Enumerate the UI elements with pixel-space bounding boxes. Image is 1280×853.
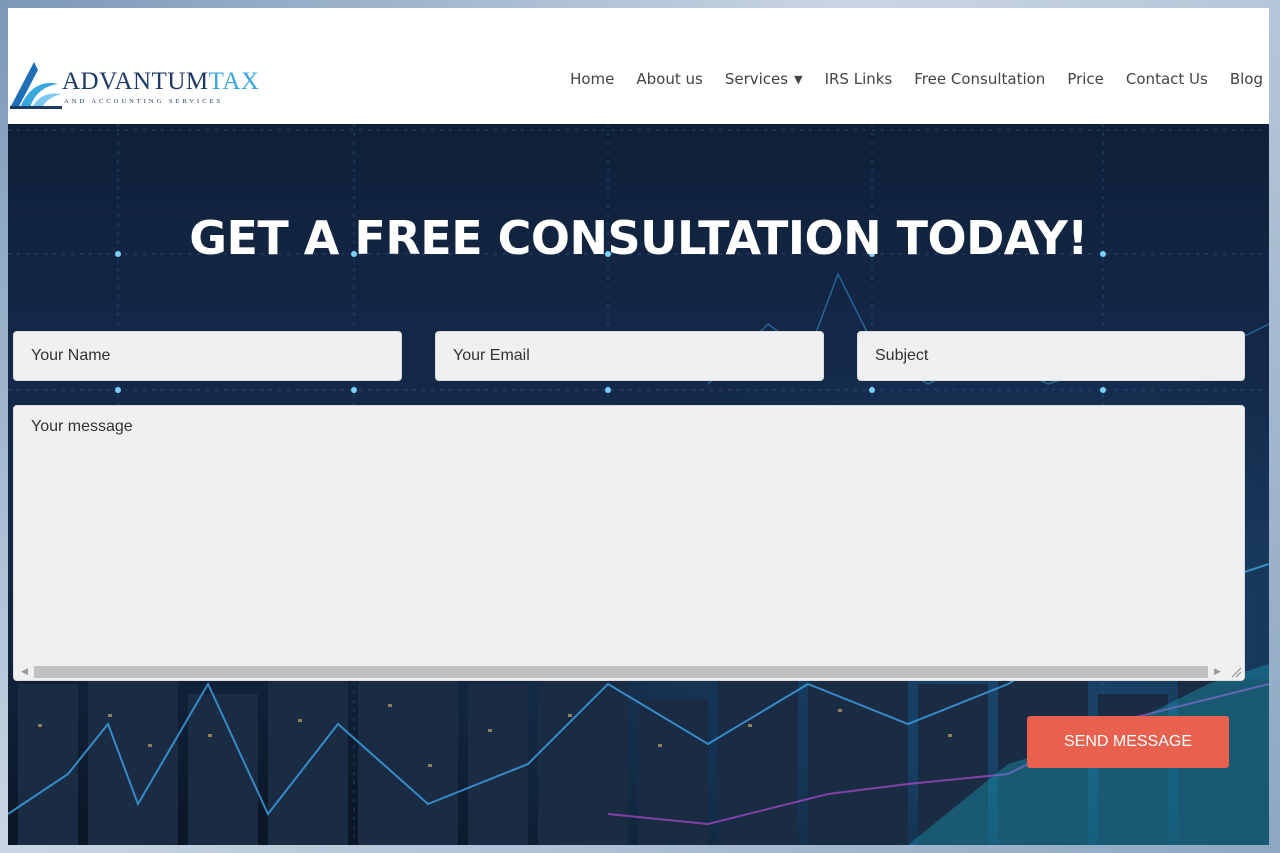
caret-down-icon: ▼ xyxy=(794,72,803,86)
send-message-button[interactable]: SEND MESSAGE xyxy=(1027,716,1229,768)
nav-contact-us[interactable]: Contact Us xyxy=(1126,70,1208,88)
name-input[interactable]: Your Name xyxy=(13,331,402,381)
scroll-right-icon[interactable]: ▶ xyxy=(1214,664,1221,678)
nav-about-us-label: About us xyxy=(636,70,703,88)
email-input[interactable]: Your Email xyxy=(435,331,824,381)
logo-mark-icon xyxy=(10,62,62,109)
name-input-placeholder: Your Name xyxy=(31,347,111,364)
hero-section: GET A FREE CONSULTATION TODAY! Your Name… xyxy=(8,124,1269,845)
nav-free-consultation-label: Free Consultation xyxy=(914,70,1046,88)
main-nav: Home About us Services ▼ IRS Links Free C… xyxy=(548,70,1263,88)
nav-irs-links[interactable]: IRS Links xyxy=(825,70,893,88)
scroll-left-icon[interactable]: ◀ xyxy=(21,664,28,678)
scrollbar-thumb[interactable] xyxy=(34,666,1208,678)
logo-name-part1: ADVANTUM xyxy=(62,68,209,95)
message-textarea[interactable]: Your message ◀ ▶ xyxy=(13,405,1245,681)
nav-services[interactable]: Services ▼ xyxy=(725,70,803,88)
page-headline: GET A FREE CONSULTATION TODAY! xyxy=(189,210,1088,265)
site-header: ADVANTUMTAX AND ACCOUNTING SERVICES Home… xyxy=(8,8,1269,124)
nav-price[interactable]: Price xyxy=(1067,70,1104,88)
nav-contact-us-label: Contact Us xyxy=(1125,70,1208,88)
logo-tagline: AND ACCOUNTING SERVICES xyxy=(64,98,224,105)
nav-free-consultation[interactable]: Free Consultation xyxy=(914,70,1045,88)
nav-blog-label: Blog xyxy=(1229,70,1263,88)
logo-name-part2: TAX xyxy=(208,68,260,95)
nav-irs-links-label: IRS Links xyxy=(824,70,893,88)
nav-price-label: Price xyxy=(1067,70,1104,88)
nav-services-label: Services xyxy=(724,70,789,88)
browser-viewport: ADVANTUMTAX AND ACCOUNTING SERVICES Home… xyxy=(8,8,1269,845)
nav-home[interactable]: Home xyxy=(570,70,614,88)
resize-handle-icon[interactable] xyxy=(1230,666,1242,678)
message-textarea-placeholder: Your message xyxy=(31,418,133,435)
logo-wordmark: ADVANTUMTAX xyxy=(62,68,260,96)
subject-input-placeholder: Subject xyxy=(875,347,929,364)
nav-about-us[interactable]: About us xyxy=(636,70,702,88)
nav-blog[interactable]: Blog xyxy=(1230,70,1263,88)
nav-home-label: Home xyxy=(570,70,615,88)
email-input-placeholder: Your Email xyxy=(453,347,530,364)
subject-input[interactable]: Subject xyxy=(857,331,1245,381)
horizontal-scrollbar[interactable]: ◀ ▶ xyxy=(18,664,1224,678)
logo[interactable]: ADVANTUMTAX AND ACCOUNTING SERVICES xyxy=(8,58,259,114)
